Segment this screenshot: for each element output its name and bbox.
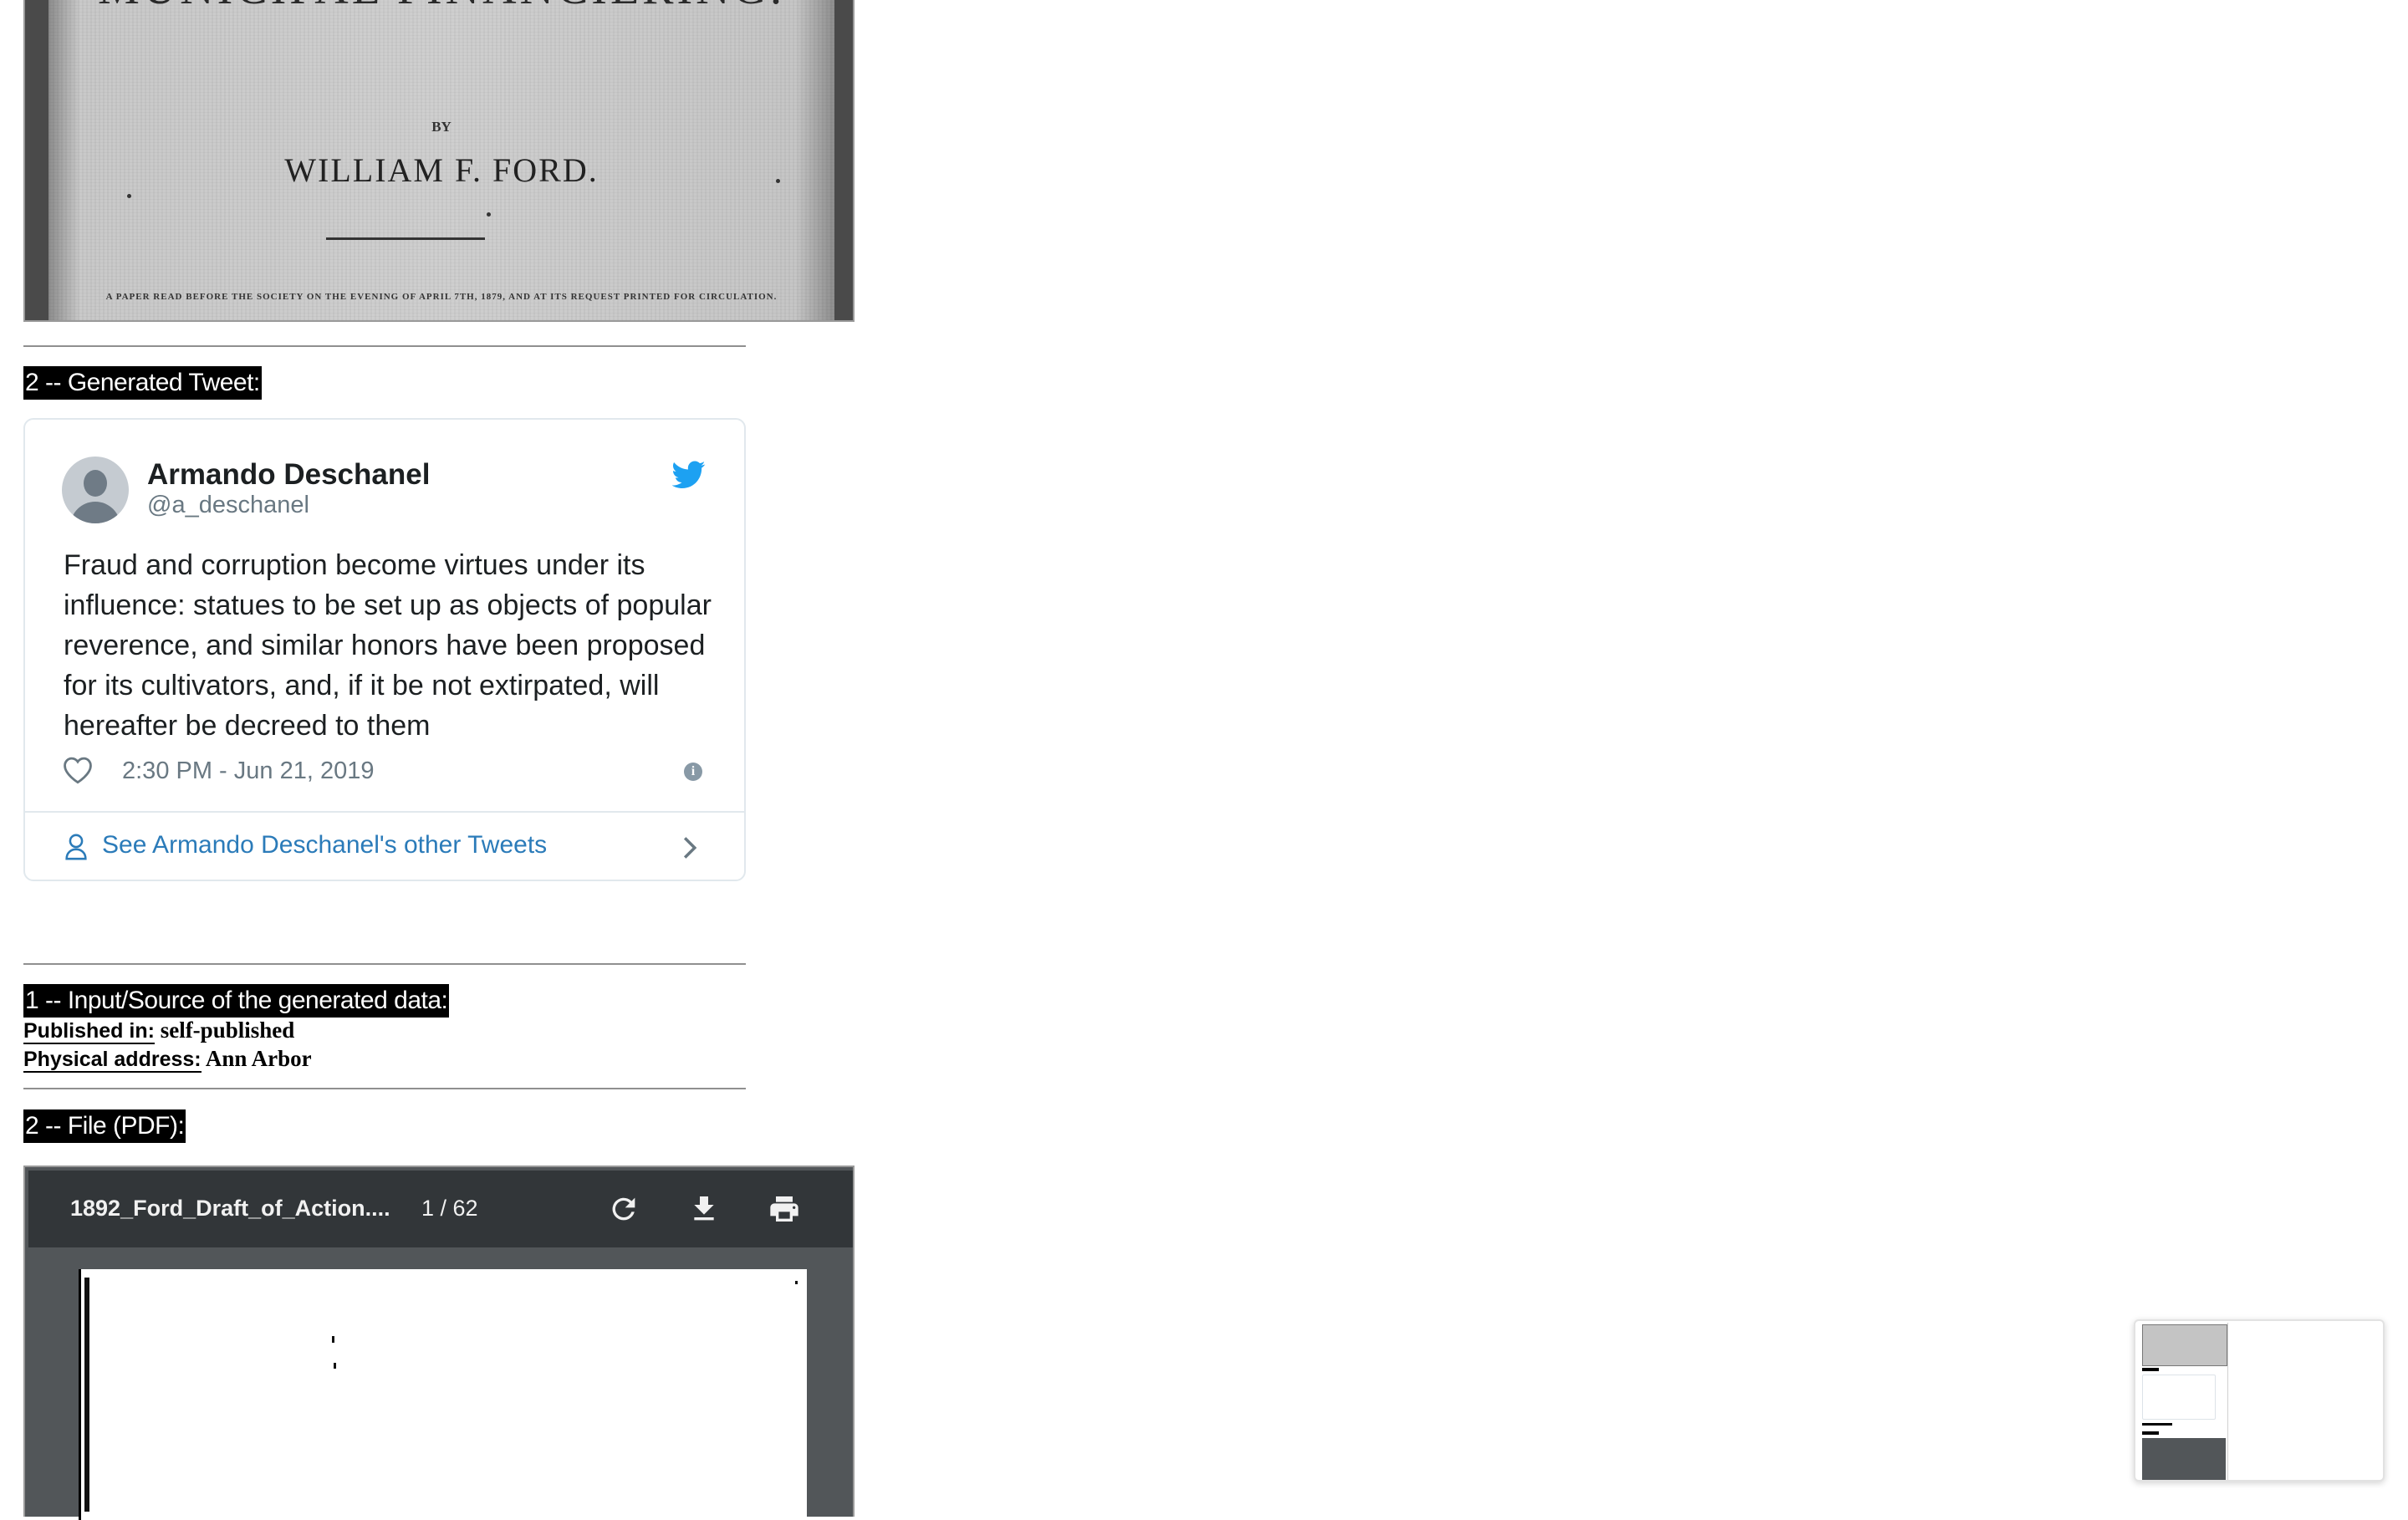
- section-label-input-source: 1 -- Input/Source of the generated data:: [23, 984, 450, 1018]
- page-minimap[interactable]: [2134, 1319, 2385, 1482]
- published-in-row: Published in: self-published: [23, 1017, 294, 1045]
- divider: [23, 1088, 746, 1089]
- physical-address-value: Ann Arbor: [201, 1046, 312, 1071]
- scan-title: MUNICIPAL FINANCIERING.: [48, 0, 834, 15]
- scan-speck: [127, 194, 131, 198]
- scan-speck: [795, 1281, 798, 1284]
- user-icon: [65, 834, 87, 860]
- avatar[interactable]: [62, 457, 129, 523]
- scan-divider: [326, 237, 485, 240]
- published-in-key: Published in:: [23, 1019, 155, 1044]
- physical-address-row: Physical address: Ann Arbor: [23, 1045, 312, 1074]
- info-icon[interactable]: i: [684, 763, 702, 781]
- tweet-timestamp[interactable]: 2:30 PM - Jun 21, 2019: [122, 757, 374, 785]
- section-label-generated-tweet: 2 -- Generated Tweet:: [23, 366, 262, 400]
- scan-author: WILLIAM F. FORD.: [284, 151, 599, 189]
- tweet-text: Fraud and corruption become virtues unde…: [64, 549, 712, 742]
- download-icon[interactable]: [687, 1192, 721, 1226]
- divider: [23, 963, 746, 965]
- scan-speck: [776, 179, 780, 183]
- pdf-toolbar: 1892_Ford_Draft_of_Action.... 1 / 62: [28, 1171, 853, 1247]
- heart-icon[interactable]: [62, 756, 94, 784]
- print-icon[interactable]: [768, 1192, 801, 1226]
- pdf-filename: 1892_Ford_Draft_of_Action....: [70, 1196, 390, 1221]
- tweet-author-handle[interactable]: @a_deschanel: [147, 492, 309, 519]
- scan-footnote: A PAPER READ BEFORE THE SOCIETY ON THE E…: [105, 292, 778, 302]
- embedded-tweet[interactable]: Armando Deschanel @a_deschanel Fraud and…: [23, 418, 746, 881]
- rotate-icon[interactable]: [607, 1192, 640, 1226]
- scan-by: BY: [431, 119, 452, 135]
- pdf-page[interactable]: [79, 1269, 807, 1520]
- scan-preview-page: MUNICIPAL FINANCIERING. BY WILLIAM F. FO…: [48, 0, 834, 320]
- tweet-author-name[interactable]: Armando Deschanel: [147, 458, 430, 492]
- chevron-right-icon: [683, 837, 697, 859]
- see-other-tweets-label[interactable]: See Armando Deschanel's other Tweets: [102, 831, 547, 859]
- scan-speck: [332, 1336, 334, 1343]
- twitter-bird-icon[interactable]: [672, 460, 706, 490]
- section-label-file-pdf: 2 -- File (PDF):: [23, 1109, 186, 1143]
- scan-edge-mark: [84, 1278, 89, 1512]
- physical-address-key: Physical address:: [23, 1048, 202, 1073]
- see-other-tweets-link[interactable]: See Armando Deschanel's other Tweets: [25, 813, 744, 881]
- scan-speck: [334, 1363, 336, 1369]
- pdf-viewer[interactable]: 1892_Ford_Draft_of_Action.... 1 / 62: [23, 1166, 855, 1520]
- published-in-value: self-published: [154, 1018, 295, 1043]
- scan-speck: [487, 212, 491, 217]
- scan-preview-frame: MUNICIPAL FINANCIERING. BY WILLIAM F. FO…: [23, 0, 855, 322]
- pdf-page-indicator[interactable]: 1 / 62: [421, 1196, 478, 1222]
- divider: [23, 345, 746, 347]
